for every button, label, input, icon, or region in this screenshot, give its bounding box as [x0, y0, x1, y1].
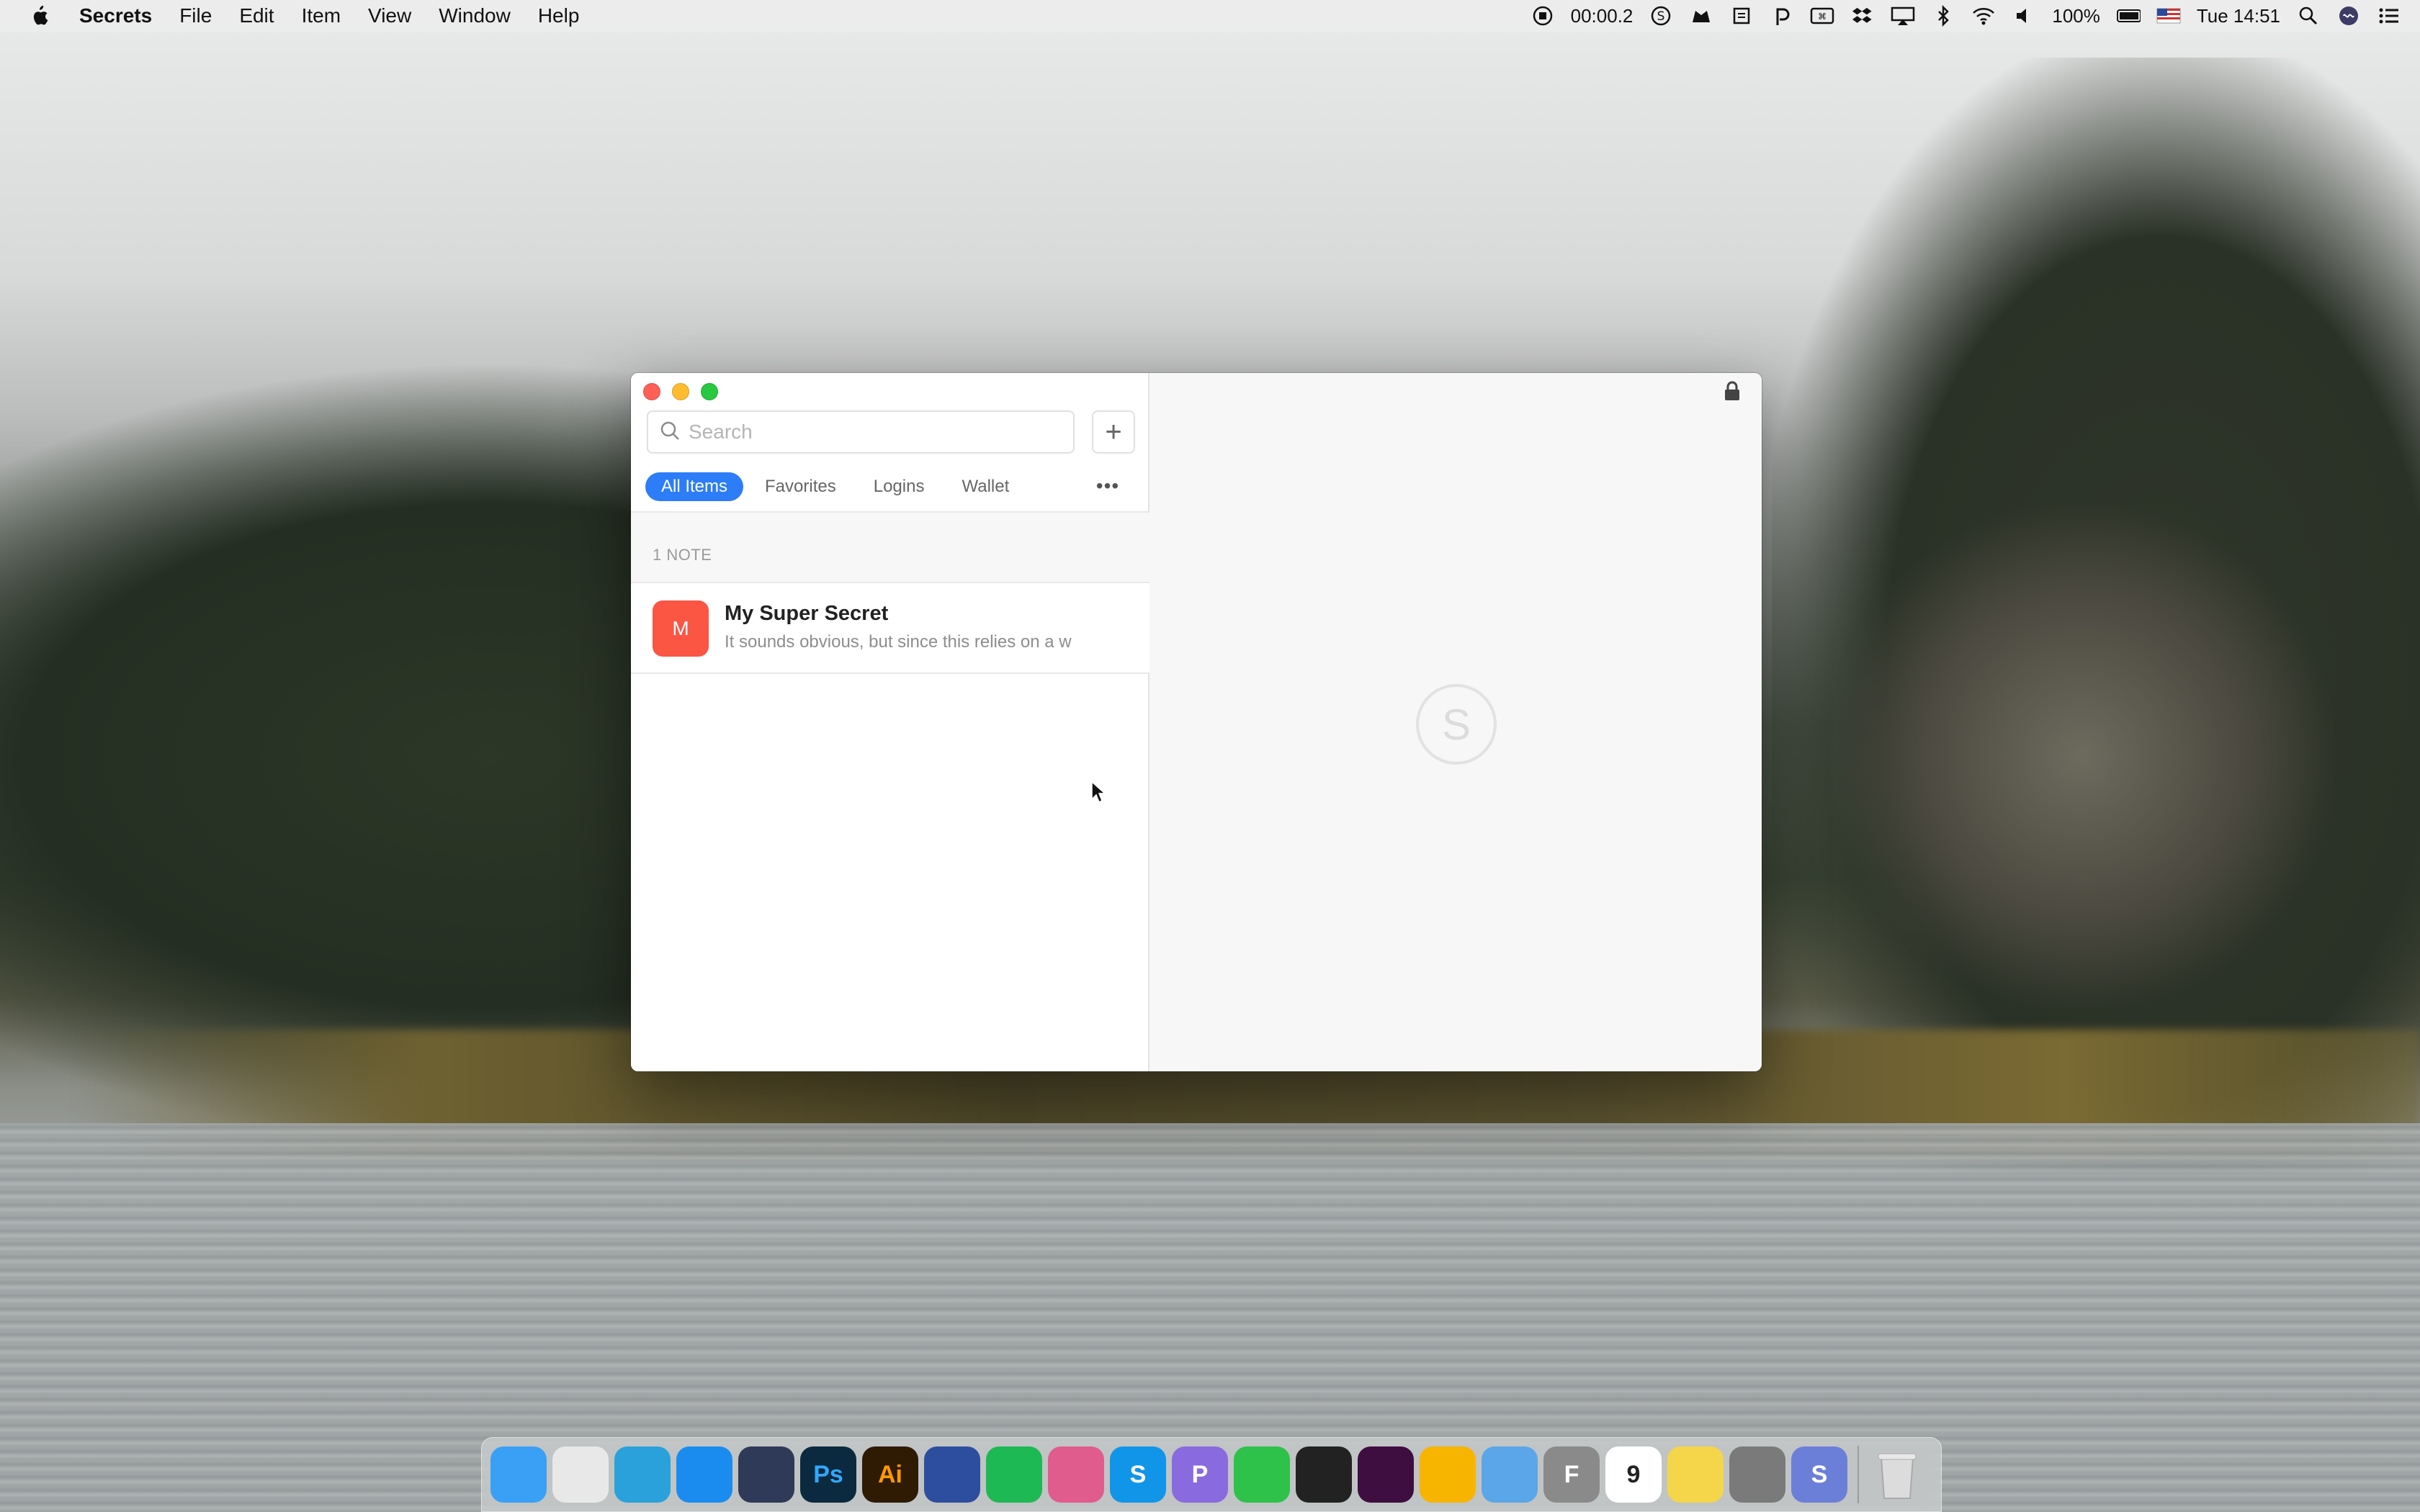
window-controls	[643, 383, 718, 400]
recording-timer: 00:00.2	[1570, 4, 1634, 27]
menu-item[interactable]: Item	[302, 4, 341, 27]
menu-file[interactable]: File	[179, 4, 212, 27]
note-preview: It sounds obvious, but since this relies…	[725, 632, 1072, 652]
paw-icon[interactable]	[1770, 4, 1794, 28]
tab-logins[interactable]: Logins	[858, 472, 941, 501]
battery-percentage: 100%	[2052, 4, 2100, 27]
screen-recording-icon[interactable]	[1531, 4, 1555, 28]
keyboard-shortcut-icon[interactable]: ⌘	[1810, 4, 1834, 28]
cinema4d-icon[interactable]	[738, 1446, 794, 1503]
menu-help[interactable]: Help	[538, 4, 580, 27]
search-field[interactable]	[647, 410, 1075, 454]
spotify-icon[interactable]	[986, 1446, 1042, 1503]
system-preferences-icon[interactable]	[1729, 1446, 1785, 1503]
minimize-window-button[interactable]	[672, 383, 689, 400]
list-section-header: 1 NOTE	[631, 511, 1150, 583]
zoom-window-button[interactable]	[701, 383, 718, 400]
notification-center-icon[interactable]	[2377, 4, 2401, 28]
notes-icon[interactable]	[1667, 1446, 1724, 1503]
tab-favorites[interactable]: Favorites	[749, 472, 852, 501]
apple-menu-icon[interactable]	[29, 4, 50, 28]
menu-app-name[interactable]: Secrets	[79, 4, 152, 27]
app-store-icon[interactable]	[676, 1446, 732, 1503]
cloud-app-icon[interactable]	[1689, 4, 1713, 28]
airplay-icon[interactable]	[1891, 4, 1915, 28]
menu-window[interactable]: Window	[439, 4, 511, 27]
pockity-icon[interactable]: P	[1172, 1446, 1228, 1503]
skype-icon[interactable]: S	[1110, 1446, 1166, 1503]
menu-bar-extras: 00:00.2 S ⌘ 100% Tue 14:51	[1531, 0, 2401, 32]
facetime-icon[interactable]	[1234, 1446, 1290, 1503]
clipboard-icon[interactable]	[1729, 4, 1754, 28]
font-book-icon[interactable]: F	[1543, 1446, 1600, 1503]
cleanmymac-icon[interactable]	[1048, 1446, 1104, 1503]
chrome-icon[interactable]	[552, 1446, 609, 1503]
menu-bar: Secrets File Edit Item View Window Help …	[0, 0, 2420, 32]
lock-icon[interactable]	[1723, 380, 1742, 402]
preview-icon[interactable]	[1482, 1446, 1538, 1503]
bluetooth-icon[interactable]	[1931, 4, 1955, 28]
dock-separator	[1857, 1446, 1859, 1503]
search-input[interactable]	[689, 420, 1063, 444]
menu-view[interactable]: View	[368, 4, 411, 27]
photoshop-icon[interactable]: Ps	[800, 1446, 856, 1503]
siri-icon[interactable]	[2336, 4, 2361, 28]
note-count-label: 1 NOTE	[653, 546, 712, 564]
dollar-status-icon[interactable]: S	[1649, 4, 1673, 28]
tab-wallet[interactable]: Wallet	[946, 472, 1025, 501]
sketch-icon[interactable]	[1420, 1446, 1476, 1503]
menu-clock[interactable]: Tue 14:51	[2197, 5, 2280, 27]
secrets-logo-placeholder: S	[1416, 684, 1497, 765]
note-avatar: M	[653, 600, 709, 657]
spotlight-search-icon[interactable]	[2296, 4, 2321, 28]
telegram-icon[interactable]	[614, 1446, 671, 1503]
svg-text:S: S	[1657, 9, 1665, 24]
dock: Ps Ai S P F 9 S	[481, 1437, 1942, 1512]
category-tabs: All Items Favorites Logins Wallet	[645, 472, 1031, 501]
mouse-cursor-icon	[1090, 780, 1106, 804]
battery-icon[interactable]	[2116, 4, 2141, 28]
detail-pane: S	[1150, 373, 1762, 1071]
note-title: My Super Secret	[725, 602, 889, 625]
tab-all-items[interactable]: All Items	[645, 472, 744, 501]
figma-icon[interactable]	[1296, 1446, 1352, 1503]
input-source-flag-icon[interactable]	[2156, 4, 2181, 28]
illustrator-icon[interactable]: Ai	[862, 1446, 918, 1503]
items-sidebar: + All Items Favorites Logins Wallet ••• …	[631, 373, 1150, 1071]
wifi-icon[interactable]	[1971, 4, 1996, 28]
secrets-icon[interactable]: S	[1791, 1446, 1847, 1503]
slack-icon[interactable]	[1358, 1446, 1414, 1503]
close-window-button[interactable]	[643, 383, 660, 400]
finder-icon[interactable]	[490, 1446, 547, 1503]
search-icon	[660, 420, 680, 444]
svg-text:⌘: ⌘	[1818, 12, 1827, 22]
calendar-icon[interactable]: 9	[1605, 1446, 1662, 1503]
add-item-button[interactable]: +	[1092, 410, 1135, 454]
trash-icon[interactable]	[1869, 1446, 1925, 1503]
wallpaper-rock	[1829, 504, 2334, 1008]
dropbox-icon[interactable]	[924, 1446, 980, 1503]
menu-edit[interactable]: Edit	[239, 4, 274, 27]
list-item[interactable]: M My Super Secret It sounds obvious, but…	[631, 583, 1150, 674]
volume-icon[interactable]	[2012, 4, 2036, 28]
secrets-window: + All Items Favorites Logins Wallet ••• …	[631, 373, 1762, 1071]
more-tabs-button[interactable]: •••	[1092, 474, 1124, 498]
dropbox-menu-icon[interactable]	[1850, 4, 1875, 28]
